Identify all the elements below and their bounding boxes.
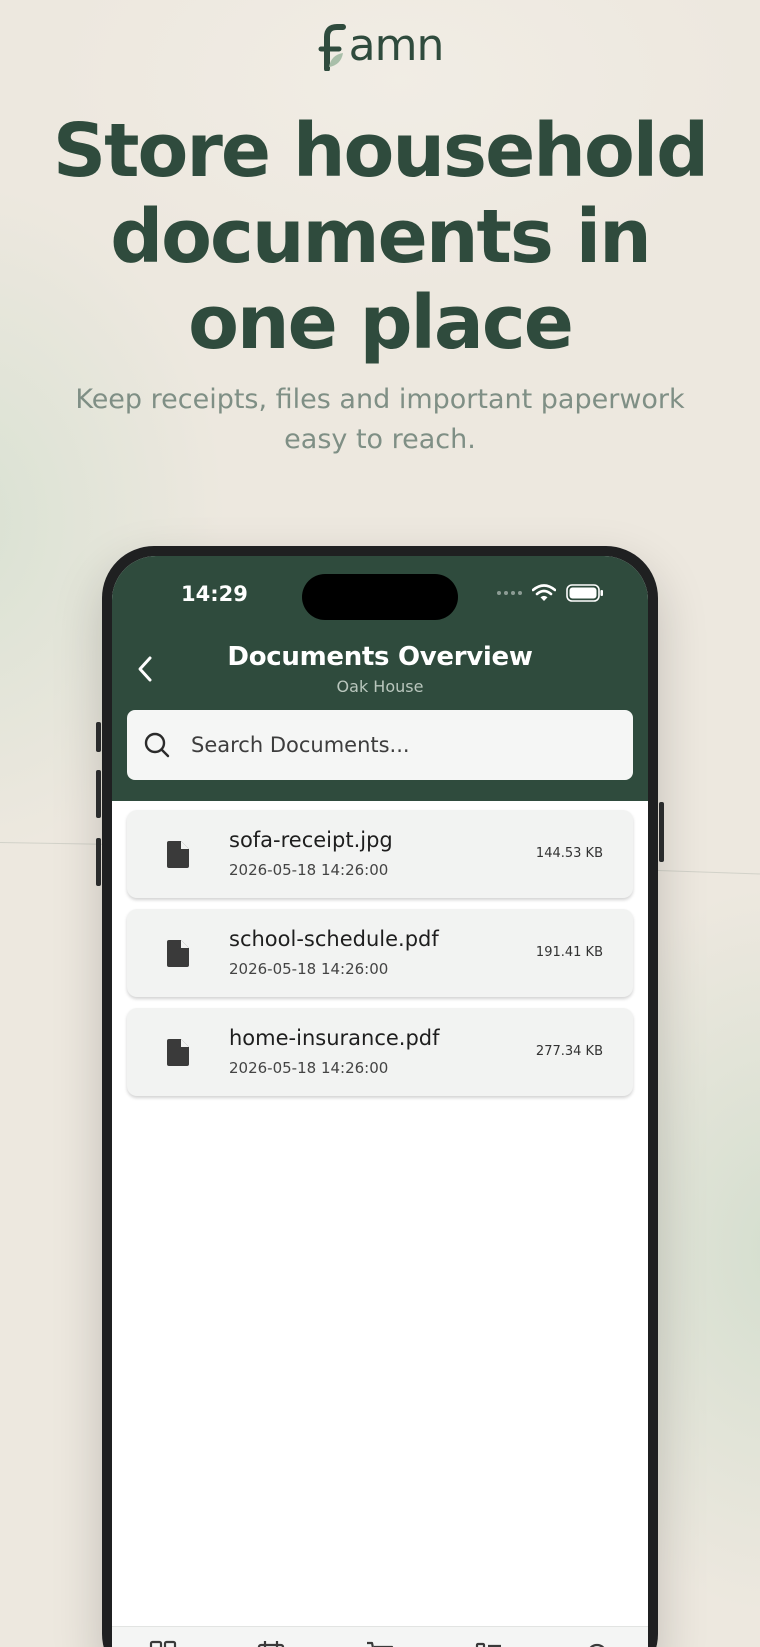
- phone-volume-down-button: [96, 838, 101, 886]
- hero-subline: Keep receipts, files and important paper…: [60, 380, 700, 460]
- cart-icon[interactable]: [365, 1639, 395, 1647]
- search-input[interactable]: [191, 710, 611, 780]
- dashboard-icon[interactable]: [148, 1639, 178, 1647]
- bottom-tab-bar: [112, 1626, 648, 1647]
- document-name: home-insurance.pdf: [229, 1026, 440, 1050]
- document-list: sofa-receipt.jpg 2026-05-18 14:26:00 144…: [127, 810, 633, 1107]
- phone-action-button: [96, 722, 101, 752]
- phone-screen: 14:29 Documents Overview Oak House Searc…: [112, 556, 648, 1647]
- phone-volume-up-button: [96, 770, 101, 818]
- document-name: sofa-receipt.jpg: [229, 828, 393, 852]
- wifi-icon: [532, 584, 556, 601]
- headline-line: documents in: [110, 194, 652, 280]
- battery-icon: [566, 584, 603, 602]
- settings-icon[interactable]: [582, 1639, 612, 1647]
- dynamic-island: [302, 574, 458, 620]
- leaf-f-logo-icon: [318, 24, 346, 71]
- subline-line: Keep receipts, files and important paper…: [75, 384, 685, 415]
- document-date: 2026-05-18 14:26:00: [229, 861, 389, 879]
- document-date: 2026-05-18 14:26:00: [229, 1059, 389, 1077]
- headline-line: one place: [188, 280, 574, 366]
- page-title: Documents Overview: [227, 642, 533, 672]
- background-line-right: [657, 870, 760, 875]
- list-icon[interactable]: [474, 1639, 504, 1647]
- logo-text: amn: [348, 20, 445, 71]
- file-icon: [167, 841, 189, 868]
- signal-icon: [497, 591, 522, 595]
- file-icon: [167, 940, 189, 967]
- page-subtitle: Oak House: [336, 677, 424, 696]
- phone-power-button: [659, 802, 664, 862]
- document-item[interactable]: home-insurance.pdf 2026-05-18 14:26:00 2…: [127, 1008, 633, 1096]
- background-line-left: [0, 842, 110, 845]
- document-date: 2026-05-18 14:26:00: [229, 960, 389, 978]
- headline-line: Store household: [52, 108, 709, 194]
- status-time: 14:29: [181, 582, 248, 606]
- subline-line: easy to reach.: [284, 424, 476, 455]
- document-item[interactable]: school-schedule.pdf 2026-05-18 14:26:00 …: [127, 909, 633, 997]
- document-size: 144.53 KB: [535, 846, 603, 861]
- hero-headline: Store household documents in one place: [40, 108, 720, 366]
- app-header: 14:29 Documents Overview Oak House Searc…: [112, 556, 648, 801]
- document-size: 277.34 KB: [535, 1044, 603, 1059]
- document-name: school-schedule.pdf: [229, 927, 439, 951]
- status-icons: [497, 584, 604, 602]
- phone-mockup: 14:29 Documents Overview Oak House Searc…: [96, 546, 664, 1647]
- document-item[interactable]: sofa-receipt.jpg 2026-05-18 14:26:00 144…: [127, 810, 633, 898]
- document-size: 191.41 KB: [535, 945, 603, 960]
- search-icon: [144, 732, 170, 758]
- search-bar[interactable]: [127, 710, 633, 780]
- file-icon: [167, 1039, 189, 1066]
- calendar-icon[interactable]: [256, 1639, 286, 1647]
- brand-logo: amn: [0, 18, 760, 74]
